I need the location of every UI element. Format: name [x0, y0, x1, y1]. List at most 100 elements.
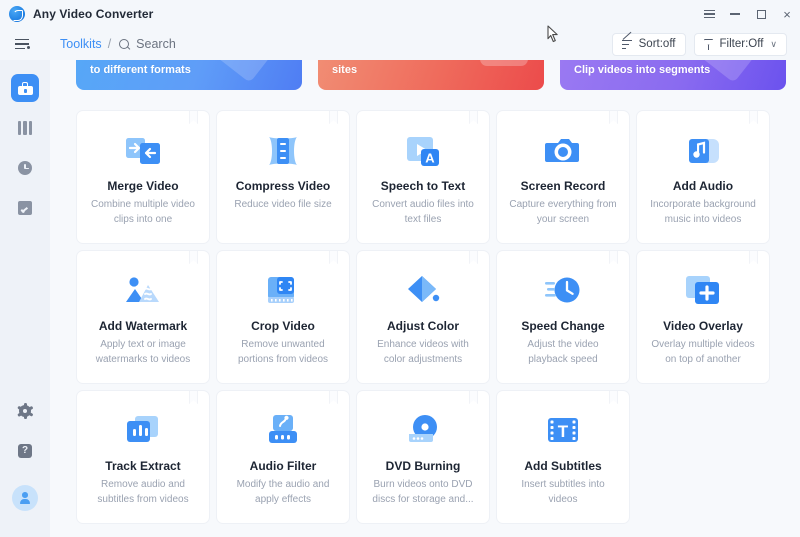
tool-card-track-extract[interactable]: Track Extract Remove audio and subtitles…	[76, 390, 210, 524]
tool-card-video-overlay[interactable]: Video Overlay Overlay multiple videos on…	[636, 250, 770, 384]
tool-card-title: Track Extract	[105, 459, 181, 473]
tool-card-desc: Overlay multiple videos on top of anothe…	[651, 339, 755, 365]
tool-card-title: DVD Burning	[385, 459, 461, 473]
filter-icon	[704, 39, 714, 50]
audio-filter-icon	[262, 410, 304, 452]
sidebar-item-help[interactable]: ?	[11, 437, 39, 465]
video-overlay-icon	[682, 270, 724, 312]
bookmark-icon[interactable]	[189, 251, 198, 264]
search-placeholder: Search	[136, 37, 176, 51]
edit-note-icon	[18, 201, 32, 215]
tool-card-desc: Incorporate background music into videos	[650, 199, 756, 225]
toolbar-actions: Sort:off Filter:Off ∨	[611, 31, 787, 56]
promo-banner-convert-text: to different formats	[90, 64, 191, 76]
maximize-icon[interactable]	[748, 0, 774, 28]
compress-video-icon	[262, 130, 304, 172]
breadcrumb-separator: /	[107, 37, 112, 51]
tool-card-title: Speech to Text	[380, 179, 466, 193]
sort-button-label: Sort:off	[638, 38, 676, 50]
tool-card-desc: Insert subtitles into videos	[521, 479, 605, 505]
sidebar-item-converter[interactable]	[11, 114, 39, 142]
tool-card-merge-video[interactable]: Merge Video Combine multiple video clips…	[76, 110, 210, 244]
bookmark-icon[interactable]	[329, 111, 338, 124]
tool-card-title: Add Subtitles	[524, 459, 602, 473]
breadcrumb-toolbar: Toolkits / Search Sort:off Filter:Off ∨	[0, 28, 800, 60]
bookmark-icon[interactable]	[609, 251, 618, 264]
tool-card-add-subtitles[interactable]: T Add Subtitles Insert subtitles into vi…	[496, 390, 630, 524]
dvd-burning-icon	[402, 410, 444, 452]
tool-card-desc: Apply text or image watermarks to videos	[95, 339, 191, 365]
help-icon: ?	[18, 444, 32, 458]
bookmark-icon[interactable]	[749, 111, 758, 124]
tool-card-desc: Burn videos onto DVD discs for storage a…	[372, 479, 474, 505]
bookmark-icon[interactable]	[749, 251, 758, 264]
search-input[interactable]: Search	[119, 37, 176, 51]
bookmark-icon[interactable]	[329, 251, 338, 264]
tool-card-desc: Convert audio files into text files	[372, 199, 474, 225]
user-avatar-icon	[18, 491, 32, 505]
main-content: to different formats sites Clip videos i…	[50, 60, 800, 537]
speed-change-icon	[542, 270, 584, 312]
tool-card-desc: Reduce video file size	[234, 199, 332, 211]
bookmark-icon[interactable]	[609, 391, 618, 404]
hamburger-toggle-icon[interactable]	[15, 38, 31, 50]
filter-button[interactable]: Filter:Off ∨	[693, 32, 787, 56]
bookmark-icon[interactable]	[329, 391, 338, 404]
bookmark-icon[interactable]	[469, 251, 478, 264]
bookmark-icon[interactable]	[609, 111, 618, 124]
title-bar: Any Video Converter ×	[0, 0, 800, 28]
app-title: Any Video Converter	[33, 7, 154, 21]
application-window: Any Video Converter × Toolkits / Search	[0, 0, 800, 537]
sort-icon	[621, 31, 633, 50]
promo-banner-clip-text: Clip videos into segments	[574, 64, 711, 76]
tool-card-screen-record[interactable]: Screen Record Capture everything from yo…	[496, 110, 630, 244]
bookmark-icon[interactable]	[469, 111, 478, 124]
film-strip-icon	[18, 121, 32, 135]
close-glyph: ×	[783, 6, 791, 22]
tool-card-add-watermark[interactable]: Add Watermark Apply text or image waterm…	[76, 250, 210, 384]
tool-card-title: Adjust Color	[387, 319, 459, 333]
tool-card-desc: Combine multiple video clips into one	[91, 199, 195, 225]
sidebar-item-settings[interactable]	[11, 397, 39, 425]
tool-card-add-audio[interactable]: Add Audio Incorporate background music i…	[636, 110, 770, 244]
tool-card-audio-filter[interactable]: Audio Filter Modify the audio and apply …	[216, 390, 350, 524]
sidebar-item-editor[interactable]	[11, 194, 39, 222]
tool-card-dvd-burning[interactable]: DVD Burning Burn videos onto DVD discs f…	[356, 390, 490, 524]
bookmark-icon[interactable]	[469, 391, 478, 404]
tool-card-title: Add Watermark	[98, 319, 188, 333]
tool-card-title: Compress Video	[235, 179, 331, 193]
sidebar-item-toolkits[interactable]	[11, 74, 39, 102]
tool-card-adjust-color[interactable]: Adjust Color Enhance videos with color a…	[356, 250, 490, 384]
close-icon[interactable]: ×	[774, 0, 800, 28]
tool-card-crop-video[interactable]: Crop Video Remove unwanted portions from…	[216, 250, 350, 384]
hamburger-menu-icon[interactable]	[696, 0, 722, 28]
avatar[interactable]	[12, 485, 38, 511]
bookmark-icon[interactable]	[189, 391, 198, 404]
breadcrumb: Toolkits / Search	[60, 37, 176, 51]
promo-banner-row: to different formats sites Clip videos i…	[76, 60, 788, 90]
tool-card-desc: Remove unwanted portions from videos	[237, 339, 329, 365]
sort-button[interactable]: Sort:off	[611, 31, 686, 56]
tool-card-title: Speed Change	[521, 319, 605, 333]
tool-card-compress-video[interactable]: Compress Video Reduce video file size	[216, 110, 350, 244]
bookmark-icon[interactable]	[189, 111, 198, 124]
tool-card-desc: Enhance videos with color adjustments	[377, 339, 469, 365]
tool-card-title: Audio Filter	[249, 459, 317, 473]
left-sidebar: ?	[0, 60, 50, 537]
filter-button-label: Filter:Off	[719, 38, 764, 50]
tool-card-desc: Capture everything from your screen	[509, 199, 617, 225]
tool-card-speed-change[interactable]: Speed Change Adjust the video playback s…	[496, 250, 630, 384]
promo-banner-clip[interactable]: Clip videos into segments	[560, 60, 786, 90]
promo-banner-convert[interactable]: to different formats	[76, 60, 302, 90]
tool-card-title: Video Overlay	[663, 319, 743, 333]
minimize-icon[interactable]	[722, 0, 748, 28]
merge-video-icon	[122, 130, 164, 172]
add-audio-icon	[682, 130, 724, 172]
sidebar-item-history[interactable]	[11, 154, 39, 182]
window-controls: ×	[696, 0, 800, 28]
tool-card-speech-to-text[interactable]: A Speech to Text Convert audio files int…	[356, 110, 490, 244]
breadcrumb-toolkits[interactable]: Toolkits	[60, 37, 102, 51]
track-extract-icon	[122, 410, 164, 452]
tool-card-title: Add Audio	[672, 179, 734, 193]
promo-banner-download[interactable]: sites	[318, 60, 544, 90]
